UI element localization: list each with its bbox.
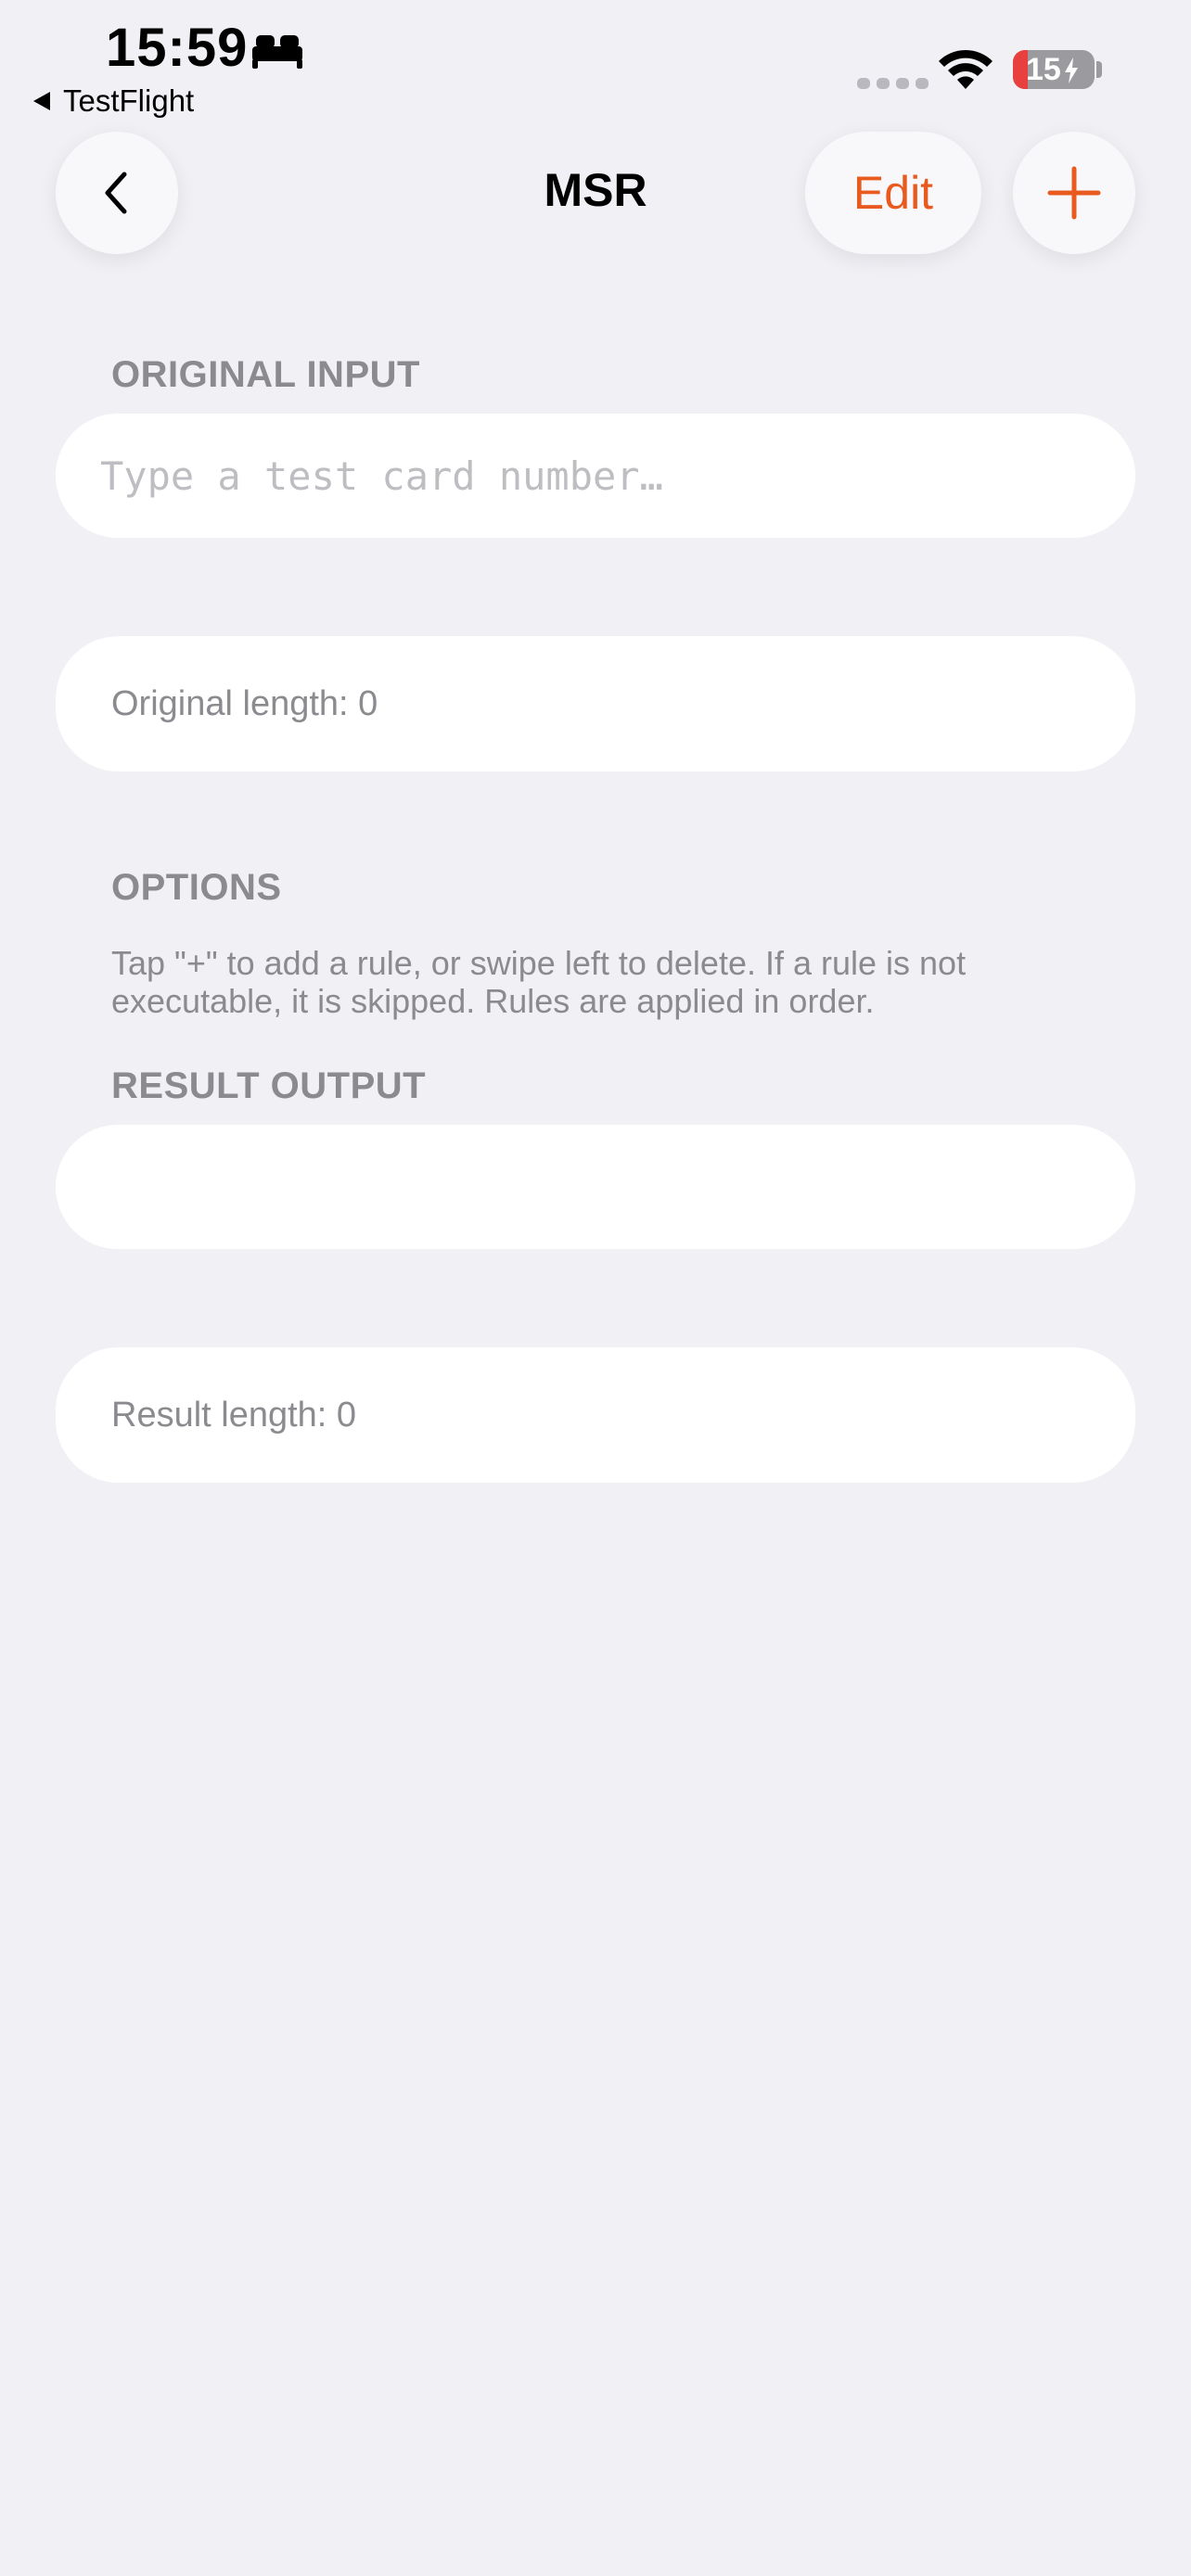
original-length-row: Original length: 0 bbox=[56, 636, 1135, 772]
screen: 15:59 TestFlight 15 MSR Edit ORIGINAL IN… bbox=[0, 0, 1191, 2576]
original-input-header: ORIGINAL INPUT bbox=[111, 354, 420, 395]
original-length-label: Original length: 0 bbox=[111, 683, 378, 723]
result-output-header: RESULT OUTPUT bbox=[111, 1065, 427, 1106]
plus-icon bbox=[1047, 166, 1101, 220]
back-triangle-icon bbox=[33, 92, 50, 110]
result-output-field bbox=[56, 1125, 1135, 1249]
status-time: 15:59 bbox=[106, 18, 249, 78]
bed-icon bbox=[252, 35, 302, 69]
original-input-field[interactable] bbox=[56, 414, 1135, 538]
add-rule-button[interactable] bbox=[1013, 132, 1135, 254]
battery-level: 15 bbox=[1026, 52, 1061, 87]
result-length-row: Result length: 0 bbox=[56, 1347, 1135, 1483]
result-length-label: Result length: 0 bbox=[111, 1395, 357, 1435]
battery-cap bbox=[1096, 61, 1102, 78]
back-to-app-link[interactable]: TestFlight bbox=[33, 83, 194, 119]
charging-bolt-icon bbox=[1064, 57, 1078, 83]
edit-button[interactable]: Edit bbox=[805, 132, 981, 254]
wifi-icon bbox=[939, 49, 992, 89]
battery-indicator: 15 bbox=[1013, 50, 1095, 89]
options-description: Tap "+" to add a rule, or swipe left to … bbox=[111, 944, 967, 1020]
card-number-input[interactable] bbox=[100, 453, 1135, 499]
back-app-label: TestFlight bbox=[63, 83, 195, 118]
cellular-signal-icon bbox=[857, 78, 928, 89]
options-header: OPTIONS bbox=[111, 867, 282, 908]
